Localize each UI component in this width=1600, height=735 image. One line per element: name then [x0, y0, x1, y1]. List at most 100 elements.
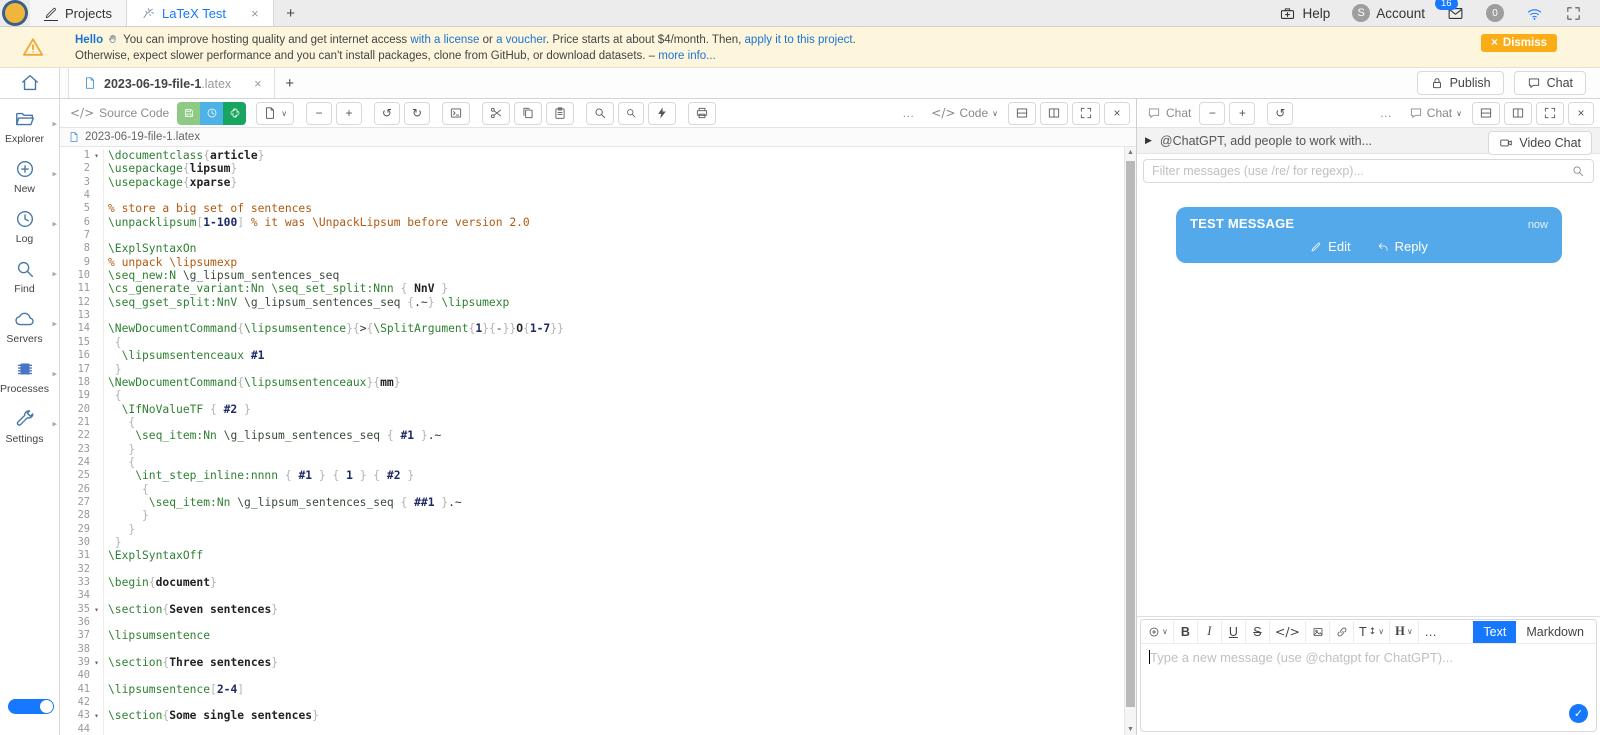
connection-count-badge[interactable]: 0 [1486, 4, 1504, 22]
chat-zoom-in-button[interactable]: + [1229, 101, 1256, 125]
code-line[interactable]: 43 ▾ \section{Some single sentences} [60, 709, 1124, 723]
code-area[interactable]: 1 ▾ \documentclass{article} 2 \usepackage{l… [60, 147, 1136, 735]
code-line[interactable]: 11 \cs_generate_variant:Nn \seq_set_spli… [60, 282, 1124, 296]
code-line[interactable]: 17 } [60, 362, 1124, 376]
tab-latex-test[interactable]: LaTeX Test × [126, 0, 274, 26]
caret-right-icon[interactable]: ▸ [52, 319, 57, 330]
zoom-in-button[interactable]: + [336, 101, 363, 125]
sidebar-item-new[interactable]: New ▸ [0, 149, 59, 199]
chat-more-actions-button[interactable]: … [1372, 101, 1399, 125]
sidebar-item-explorer[interactable]: Explorer ▸ [0, 99, 59, 149]
fullscreen-icon[interactable] [1565, 5, 1582, 22]
mode-tab-text[interactable]: Text [1473, 620, 1517, 643]
banner-link[interactable]: with a license [410, 34, 479, 46]
banner-link[interactable]: a voucher [496, 34, 546, 46]
split-col-button[interactable] [1040, 101, 1068, 125]
publish-button[interactable]: Publish [1416, 71, 1504, 95]
account-button[interactable]: S Account [1352, 4, 1425, 22]
notifications-button[interactable]: 16 [1435, 0, 1464, 22]
code-line[interactable]: 36 [60, 616, 1124, 630]
italic-button[interactable]: I [1198, 620, 1222, 643]
chat-split-row-button[interactable] [1472, 101, 1500, 125]
code-line[interactable]: 10 \seq_new:N \g_lipsum_sentences_seq [60, 269, 1124, 283]
frame-type-dropdown[interactable]: </> Code ∨ [925, 101, 1004, 125]
sidebar-item-servers[interactable]: Servers ▸ [0, 299, 59, 349]
message-input[interactable]: Type a new message (use @chatgpt for Cha… [1141, 644, 1596, 731]
cocalc-logo[interactable] [0, 0, 30, 26]
filter-box[interactable] [1143, 159, 1594, 183]
code-format-button[interactable]: </> [1270, 620, 1307, 643]
wifi-icon[interactable] [1526, 5, 1543, 22]
code-line[interactable]: 4 [60, 189, 1124, 203]
chat-close-button[interactable]: × [1568, 101, 1594, 125]
scroll-up-icon[interactable]: ▲ [1125, 149, 1136, 156]
code-line[interactable]: 30 } [60, 535, 1124, 550]
dark-mode-toggle[interactable] [8, 699, 54, 714]
format-button[interactable] [648, 101, 677, 125]
heading-dropdown[interactable]: H ∨ [1390, 620, 1419, 643]
code-line[interactable]: 9 % unpack \lipsumexp [60, 255, 1124, 270]
file-menu-button[interactable]: ∨ [256, 101, 295, 125]
save-button[interactable] [177, 101, 201, 125]
mode-tab-markdown[interactable]: Markdown [1516, 621, 1594, 643]
close-file-icon[interactable]: × [254, 76, 262, 91]
caret-right-icon[interactable]: ▸ [52, 169, 57, 180]
caret-right-icon[interactable]: ▸ [52, 119, 57, 130]
code-line[interactable]: 21 { [60, 415, 1124, 430]
undo-button[interactable]: ↺ [374, 101, 401, 125]
editor-scrollbar[interactable]: ▲ ▼ [1124, 147, 1136, 735]
fold-arrow-icon[interactable]: ▾ [90, 603, 103, 616]
code-line[interactable]: 33 \begin{document} [60, 576, 1124, 590]
sidebar-item-settings[interactable]: Settings ▸ [0, 399, 59, 449]
banner-link[interactable]: Hello [75, 34, 103, 46]
code-line[interactable]: 5 % store a big set of sentences [60, 202, 1124, 216]
code-line[interactable]: 26 { [60, 482, 1124, 496]
chat-fullscreen-button[interactable] [1536, 101, 1564, 125]
code-line[interactable]: 18 \NewDocumentCommand{\lipsumsentenceau… [60, 375, 1124, 390]
caret-right-icon[interactable]: ▸ [52, 419, 57, 430]
cut-button[interactable] [482, 101, 511, 125]
chat-split-col-button[interactable] [1504, 101, 1532, 125]
code-line[interactable]: 42 [60, 696, 1124, 710]
fold-arrow-icon[interactable]: ▾ [90, 656, 103, 669]
file-tab[interactable]: 2023-06-19-file-1.latex × [68, 68, 275, 98]
code-line[interactable]: 20 \IfNoValueTF { #2 } [60, 402, 1124, 416]
scrollbar-thumb[interactable] [1126, 161, 1135, 707]
chatgpt-button[interactable] [223, 101, 247, 125]
code-line[interactable]: 14 \NewDocumentCommand{\lipsumsentence}{… [60, 322, 1124, 336]
font-size-dropdown[interactable]: T ↕ ∨ [1354, 620, 1391, 643]
print-button[interactable] [688, 101, 717, 125]
code-line[interactable]: 44 [60, 722, 1124, 735]
insert-menu-button[interactable]: ∨ [1143, 620, 1174, 643]
timetravel-button[interactable] [200, 101, 224, 125]
fold-arrow-icon[interactable]: ▾ [90, 709, 103, 722]
sidebar-item-log[interactable]: Log ▸ [0, 199, 59, 249]
banner-link[interactable]: more info... [658, 50, 716, 62]
sidebar-item-processes[interactable]: Processes ▸ [0, 349, 59, 399]
code-line[interactable]: 38 [60, 642, 1124, 657]
dismiss-button[interactable]: × Dismiss [1481, 34, 1557, 52]
banner-link[interactable]: apply it to this project [745, 34, 853, 46]
more-actions-button[interactable]: … [895, 101, 922, 125]
paste-button[interactable] [546, 101, 575, 125]
composer-box[interactable]: ∨ B I U S </> T ↕ ∨ H ∨ … Text Markdown … [1140, 619, 1597, 732]
code-line[interactable]: 32 [60, 562, 1124, 576]
code-line[interactable]: 6 \unpacklipsum[1-100] % it was \UnpackL… [60, 215, 1124, 230]
code-line[interactable]: 34 [60, 589, 1124, 603]
insert-image-button[interactable] [1306, 620, 1331, 643]
add-collaborators-text[interactable]: @ChatGPT, add people to work with... [1160, 134, 1372, 148]
scroll-down-icon[interactable]: ▼ [1125, 726, 1136, 733]
help-button[interactable]: Help [1279, 5, 1330, 22]
copy-button[interactable] [514, 101, 543, 125]
caret-right-icon[interactable]: ▶ [1145, 135, 1152, 146]
redo-button[interactable]: ↻ [404, 101, 431, 125]
code-line[interactable]: 8 \ExplSyntaxOn [60, 242, 1124, 256]
code-line[interactable]: 40 [60, 669, 1124, 683]
composer-more-button[interactable]: … [1419, 621, 1443, 643]
collaborators-row[interactable]: ▶ @ChatGPT, add people to work with... V… [1137, 128, 1600, 155]
close-tab-icon[interactable]: × [251, 6, 259, 21]
tab-projects[interactable]: Projects [30, 0, 127, 26]
fold-arrow-icon[interactable]: ▾ [90, 149, 103, 162]
code-line[interactable]: 28 } [60, 509, 1124, 523]
code-line[interactable]: 23 } [60, 442, 1124, 456]
